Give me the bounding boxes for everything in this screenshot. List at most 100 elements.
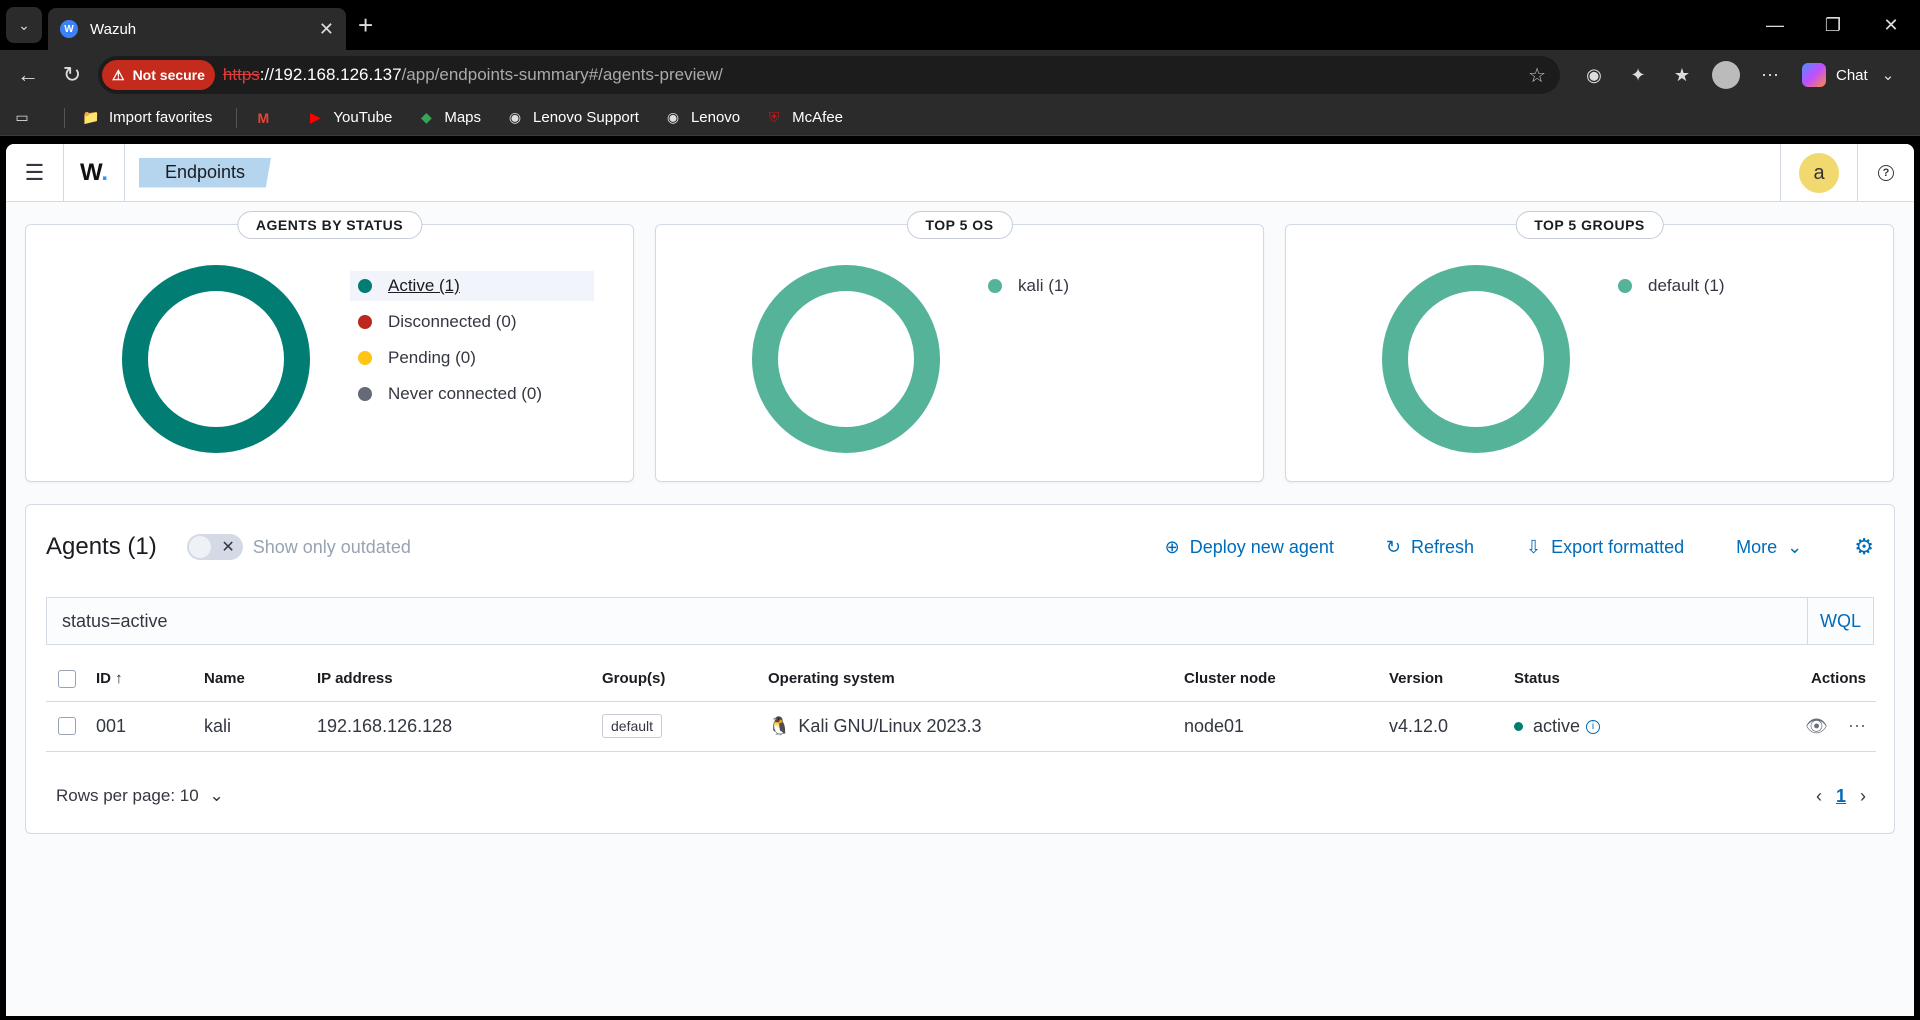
legend-item-never-connected[interactable]: Never connected (0): [350, 379, 594, 409]
bookmark-gmail[interactable]: M: [253, 108, 281, 128]
column-name[interactable]: Name: [204, 657, 317, 702]
copilot-chat-button[interactable]: Chat ⌄: [1802, 63, 1894, 87]
not-secure-label: Not secure: [132, 67, 205, 83]
bookmark-mcafee[interactable]: ⛨ McAfee: [764, 108, 843, 128]
bookmark-import-favorites[interactable]: 📁 Import favorites: [81, 108, 212, 128]
url-text: https://192.168.126.137/app/endpoints-su…: [223, 65, 1528, 85]
table-row[interactable]: 001 kali 192.168.126.128 default 🐧 Kali G…: [46, 701, 1876, 752]
panel-title: TOP 5 GROUPS: [1515, 211, 1664, 239]
sort-asc-icon: ↑: [115, 670, 123, 688]
column-ip[interactable]: IP address: [317, 657, 602, 702]
wazuh-logo[interactable]: W.: [64, 159, 124, 187]
hamburger-menu-icon[interactable]: ☰: [6, 144, 64, 202]
more-dropdown[interactable]: More ⌄: [1736, 537, 1802, 558]
gear-icon[interactable]: ⚙: [1854, 534, 1874, 560]
search-input[interactable]: [47, 610, 1807, 632]
tab-title: Wazuh: [90, 20, 137, 38]
groups-donut-chart[interactable]: [1382, 265, 1570, 453]
column-cluster-node[interactable]: Cluster node: [1184, 657, 1389, 702]
globe-icon: ◉: [508, 109, 522, 125]
user-avatar[interactable]: a: [1799, 153, 1839, 193]
maps-icon: ◆: [420, 109, 432, 125]
extension-badge-icon[interactable]: ◉: [1575, 56, 1613, 94]
eye-icon[interactable]: 👁: [1805, 716, 1828, 736]
folder-icon: 📁: [82, 109, 100, 125]
agents-table: ID ↑ Name IP address Group(s) Operating …: [46, 657, 1876, 752]
column-os[interactable]: Operating system: [768, 657, 1184, 702]
browser-tab-strip: ⌄ W Wazuh ✕ + — ❐ ✕: [0, 0, 1920, 50]
back-arrow-icon[interactable]: ←: [10, 57, 46, 93]
url-field[interactable]: ⚠ Not secure https://192.168.126.137/app…: [98, 56, 1560, 94]
chat-chevron-icon[interactable]: ⌄: [1882, 66, 1895, 84]
donut-slice-active[interactable]: [122, 265, 310, 453]
not-secure-badge[interactable]: ⚠ Not secure: [102, 60, 215, 90]
donut-slice-kali[interactable]: [752, 265, 940, 453]
bookmark-lenovo-support[interactable]: ◉ Lenovo Support: [505, 108, 639, 128]
bookmark-youtube[interactable]: ▶ YouTube: [305, 108, 392, 128]
os-donut-chart[interactable]: [752, 265, 940, 453]
legend-item-pending[interactable]: Pending (0): [350, 343, 594, 373]
restore-icon[interactable]: ❐: [1804, 0, 1862, 50]
gmail-icon: M: [257, 109, 270, 126]
prev-page-icon[interactable]: ‹: [1816, 786, 1822, 807]
new-tab-plus-icon[interactable]: +: [358, 10, 373, 41]
extensions-puzzle-icon[interactable]: ✦: [1619, 56, 1657, 94]
next-page-icon[interactable]: ›: [1860, 786, 1866, 807]
donut-slice-default[interactable]: [1382, 265, 1570, 453]
mcafee-icon: ⛨: [768, 109, 780, 125]
more-menu-icon[interactable]: ⋯: [1751, 56, 1789, 94]
rows-per-page-select[interactable]: Rows per page: 10 ⌄: [56, 786, 224, 806]
top-os-panel: TOP 5 OS kali (1): [655, 211, 1264, 482]
cell-cluster-node: node01: [1184, 701, 1389, 752]
page-1-link[interactable]: 1: [1836, 786, 1846, 807]
info-icon[interactable]: i: [1586, 719, 1601, 734]
outdated-toggle[interactable]: ✕: [186, 534, 243, 560]
bookmark-maps[interactable]: ◆ Maps: [416, 108, 481, 128]
browser-tab[interactable]: W Wazuh ✕: [48, 8, 346, 50]
breadcrumb-endpoints[interactable]: Endpoints: [139, 157, 272, 188]
column-status[interactable]: Status: [1514, 657, 1704, 702]
agents-title: Agents (1): [46, 533, 157, 560]
legend-item-kali[interactable]: kali (1): [980, 271, 1224, 301]
column-id[interactable]: ID ↑: [96, 657, 204, 702]
help-icon[interactable]: ?: [1858, 165, 1914, 181]
legend-item-disconnected[interactable]: Disconnected (0): [350, 307, 594, 337]
agents-actions: ⊕ Deploy new agent ↻ Refresh ⇩ Export forma…: [1113, 534, 1874, 560]
status-donut-chart[interactable]: [122, 265, 310, 453]
favorite-star-icon[interactable]: ☆: [1528, 63, 1546, 88]
cell-ip: 192.168.126.128: [317, 701, 602, 752]
profile-icon[interactable]: [1707, 56, 1745, 94]
refresh-icon: ↻: [1385, 536, 1401, 557]
legend-item-active[interactable]: Active (1): [350, 271, 594, 301]
group-badge[interactable]: default: [602, 714, 663, 738]
wql-button[interactable]: WQL: [1807, 598, 1873, 644]
export-button[interactable]: ⇩ Export formatted: [1526, 537, 1684, 558]
export-icon: ⇩: [1526, 536, 1542, 557]
refresh-button[interactable]: ↻ Refresh: [1386, 537, 1474, 558]
row-checkbox[interactable]: [58, 717, 76, 735]
bookmark-lenovo[interactable]: ◉ Lenovo: [663, 108, 740, 128]
agents-by-status-panel: AGENTS BY STATUS Active (1) Disconnected…: [25, 211, 634, 482]
column-actions: Actions: [1704, 657, 1876, 702]
tab-close-icon[interactable]: ✕: [319, 19, 334, 40]
select-all-checkbox[interactable]: [58, 669, 76, 688]
status-legend: Active (1) Disconnected (0) Pending (0) …: [350, 271, 594, 415]
minimize-icon[interactable]: —: [1746, 0, 1804, 50]
tab-actions-chevron-icon[interactable]: ⌄: [6, 7, 42, 43]
agents-search: WQL: [46, 597, 1874, 645]
deploy-agent-button[interactable]: ⊕ Deploy new agent: [1165, 537, 1334, 558]
reload-icon[interactable]: ↻: [54, 57, 90, 93]
tab-search-icon[interactable]: ▭: [12, 108, 40, 128]
close-window-icon[interactable]: ✕: [1862, 0, 1920, 50]
bookmarks-bar: ▭ 📁 Import favorites M ▶ YouTube ◆ Maps ◉ Le…: [0, 100, 1920, 136]
cell-id: 001: [96, 701, 204, 752]
agents-panel: Agents (1) ✕ Show only outdated ⊕ Deploy …: [25, 504, 1895, 834]
legend-item-default[interactable]: default (1): [1610, 271, 1854, 301]
column-version[interactable]: Version: [1389, 657, 1514, 702]
shield-warning-icon: ⚠: [112, 66, 125, 83]
more-actions-icon[interactable]: ⋯: [1848, 716, 1866, 736]
panel-title: TOP 5 OS: [906, 211, 1013, 239]
legend-dot: [358, 315, 372, 329]
column-groups[interactable]: Group(s): [602, 657, 768, 702]
favorites-icon[interactable]: ★: [1663, 56, 1701, 94]
